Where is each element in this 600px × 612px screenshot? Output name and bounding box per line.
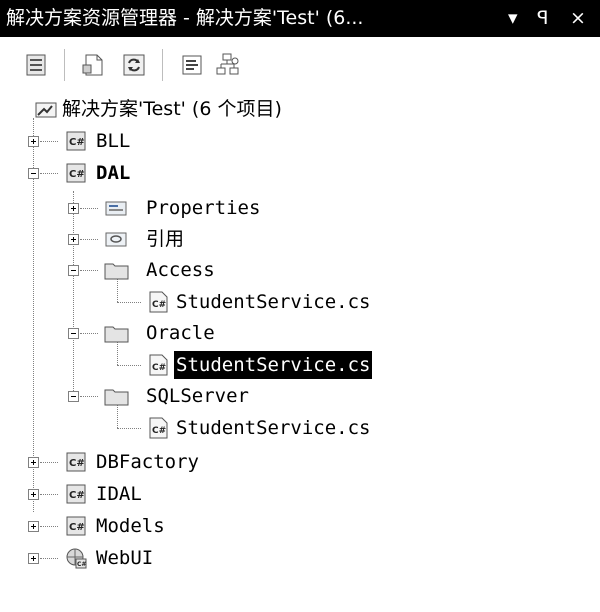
csharp-file-icon: C# [149, 291, 168, 313]
properties-icon [26, 54, 46, 76]
project-label: IDAL [96, 483, 142, 505]
refresh-button[interactable] [120, 51, 148, 79]
tree-node-properties[interactable]: Properties [0, 194, 600, 222]
file-label: StudentService.cs [176, 417, 371, 439]
tree-node-webui[interactable]: C# WebUI [0, 544, 600, 572]
window-position-dropdown[interactable]: ▾ [508, 0, 518, 37]
view-code-icon [182, 55, 202, 75]
node-label: 引用 [146, 228, 185, 250]
csharp-project-icon: C# [66, 163, 86, 183]
file-label: StudentService.cs [176, 291, 371, 313]
tree-node-solution[interactable]: 解决方案'Test' (6 个项目) [0, 95, 600, 123]
tree-node-models[interactable]: C# Models [0, 512, 600, 540]
solution-explorer-toolbar [0, 37, 600, 93]
solution-tree: 解决方案'Test' (6 个项目) C# BLL C# DAL Propert… [0, 93, 600, 612]
svg-text:C#: C# [152, 426, 166, 436]
svg-text:C#: C# [69, 522, 85, 533]
show-all-files-icon [82, 54, 103, 76]
tree-node-dal[interactable]: C# DAL [0, 159, 600, 187]
folder-label: SQLServer [146, 385, 249, 407]
svg-text:C#: C# [69, 169, 85, 180]
project-label: BLL [96, 130, 131, 152]
toolbar-separator [162, 49, 163, 81]
project-label: Models [96, 515, 165, 537]
tree-node-file[interactable]: C# StudentService.cs [0, 288, 600, 316]
svg-text:C#: C# [77, 561, 86, 568]
folder-label: Oracle [146, 322, 215, 344]
svg-text:C#: C# [69, 490, 85, 501]
view-code-button[interactable] [178, 51, 206, 79]
class-diagram-icon [216, 53, 239, 75]
folder-icon [104, 263, 129, 280]
tree-node-folder-access[interactable]: Access [0, 256, 600, 284]
web-project-icon: C# [66, 548, 87, 569]
tree-node-bll[interactable]: C# BLL [0, 127, 600, 155]
tree-node-idal[interactable]: C# IDAL [0, 480, 600, 508]
project-label: DBFactory [96, 451, 199, 473]
close-button[interactable]: × [570, 0, 586, 37]
folder-label: Access [146, 259, 215, 281]
properties-folder-icon [105, 201, 127, 216]
svg-text:C#: C# [152, 363, 166, 373]
tool-window-title-bar: 解决方案资源管理器 - 解决方案'Test' (6... ▾ ꟼ × [0, 0, 600, 37]
project-label: DAL [96, 162, 131, 184]
folder-icon [104, 389, 129, 406]
window-title: 解决方案资源管理器 - 解决方案'Test' (6... [6, 7, 364, 29]
csharp-project-icon: C# [66, 131, 86, 151]
csharp-project-icon: C# [66, 452, 86, 472]
tree-node-file-selected[interactable]: C# StudentService.cs [0, 351, 600, 379]
tree-node-file[interactable]: C# StudentService.cs [0, 414, 600, 442]
solution-label: 解决方案'Test' (6 个项目) [62, 98, 282, 120]
csharp-project-icon: C# [66, 516, 86, 536]
solution-icon [35, 102, 57, 118]
show-all-files-button[interactable] [80, 51, 108, 79]
auto-hide-pin-icon[interactable]: ꟼ [537, 0, 548, 37]
svg-text:C#: C# [69, 137, 85, 148]
tree-node-folder-oracle[interactable]: Oracle [0, 319, 600, 347]
csharp-file-icon: C# [149, 354, 168, 376]
project-label: WebUI [96, 547, 154, 569]
tree-node-folder-sqlserver[interactable]: SQLServer [0, 382, 600, 410]
csharp-file-icon: C# [149, 417, 168, 439]
references-icon [105, 232, 127, 247]
refresh-icon [123, 54, 145, 76]
folder-icon [104, 326, 129, 343]
svg-text:C#: C# [69, 458, 85, 469]
tree-node-references[interactable]: 引用 [0, 225, 600, 253]
toolbar-separator [64, 49, 65, 81]
file-label: StudentService.cs [174, 351, 373, 379]
properties-button[interactable] [22, 51, 50, 79]
node-label: Properties [146, 197, 261, 219]
class-diagram-button[interactable] [214, 51, 242, 79]
tree-node-dbfactory[interactable]: C# DBFactory [0, 448, 600, 476]
csharp-project-icon: C# [66, 484, 86, 504]
svg-text:C#: C# [152, 300, 166, 310]
